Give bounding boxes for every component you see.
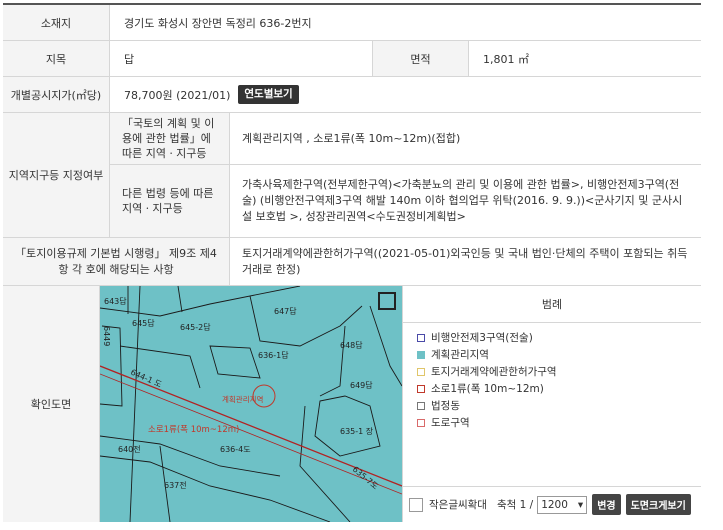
scale-label: 축척 1 / — [496, 499, 534, 511]
zoning-details: 「국토의 계획 및 이용에 관한 법률」에 따른 지역ㆍ지구등 계획관리지역 ,… — [110, 113, 701, 237]
parcel-label: 648답 — [340, 340, 363, 350]
legend-swatch — [417, 333, 425, 342]
address-row: 소재지 경기도 화성시 장안면 독정리 636-2번지 — [3, 5, 701, 41]
road-label: 소로1류(폭 10m~12m) — [148, 425, 239, 435]
zoning-row: 지역지구등 지정여부 「국토의 계획 및 이용에 관한 법률」에 따른 지역ㆍ지… — [3, 113, 701, 238]
parcel-label: 637전 — [164, 480, 187, 490]
legend-list: 비행안전제3구역(전술) 계획관리지역 토지거래계약에관한허가구역 소로1류(폭… — [403, 323, 701, 431]
address-value: 경기도 화성시 장안면 독정리 636-2번지 — [124, 16, 312, 30]
map-controls: 작은글씨확대 축척 1 / 1200 ▾ 변경 도면크게보기 — [402, 486, 701, 522]
landcat-value: 답 — [124, 52, 135, 66]
change-scale-button[interactable]: 변경 — [592, 494, 621, 515]
parcel-boundary — [314, 395, 381, 457]
parcel-boundary — [177, 286, 183, 313]
legend-label: 비행안전제3구역(전술) — [431, 332, 533, 344]
enlarge-text-checkbox[interactable] — [409, 497, 423, 512]
fullscreen-icon[interactable] — [378, 292, 396, 310]
legend-item: 법정동 — [417, 397, 701, 414]
address-label: 소재지 — [3, 5, 110, 40]
cadastral-map[interactable]: 643답 645답 645-2답 647답 644-1 도 636-1답 648… — [100, 286, 402, 522]
zoning-sub-national-value: 계획관리지역 , 소로1류(폭 10m~12m)(접합) — [242, 131, 461, 145]
enlarge-map-button[interactable]: 도면크게보기 — [625, 494, 691, 515]
legend-swatch — [417, 367, 425, 376]
parcel-boundary — [209, 345, 261, 379]
legend-title: 범례 — [403, 296, 701, 323]
parcel-label: 6449 — [102, 326, 111, 346]
scale-select[interactable]: 1200 ▾ — [537, 495, 588, 514]
legend-item: 소로1류(폭 10m~12m) — [417, 380, 701, 397]
legend-item: 비행안전제3구역(전술) — [417, 329, 701, 346]
legend-swatch — [417, 350, 425, 359]
zoning-sub-national-label: 「국토의 계획 및 이용에 관한 법률」에 따른 지역ㆍ지구등 — [110, 113, 230, 164]
zoning-sub-other-value: 가축사육제한구역(전부제한구역)<가축분뇨의 관리 및 이용에 관한 법률>, … — [242, 178, 683, 223]
scale-value: 1200 — [541, 498, 568, 511]
parcel-label: 636-4도 — [220, 445, 251, 454]
legend-label: 법정동 — [431, 400, 460, 412]
parcel-label: 645-2답 — [180, 322, 211, 332]
price-label: 개별공시지가(㎡당) — [3, 77, 110, 112]
landcat-label: 지목 — [3, 41, 110, 76]
zoning-label: 지역지구등 지정여부 — [3, 113, 110, 237]
legend-item: 토지거래계약에관한허가구역 — [417, 363, 701, 380]
enlarge-text-label: 작은글씨확대 — [429, 499, 487, 511]
map-area: 643답 645답 645-2답 647답 644-1 도 636-1답 648… — [100, 286, 701, 522]
parcel-boundary — [100, 435, 281, 477]
legend-item: 계획관리지역 — [417, 346, 701, 363]
parcel-label: 647답 — [274, 306, 297, 316]
area-value: 1,801 ㎡ — [483, 52, 529, 66]
zoning-sub-national: 「국토의 계획 및 이용에 관한 법률」에 따른 지역ㆍ지구등 계획관리지역 ,… — [110, 113, 701, 165]
map-row: 확인도면 643답 645답 645-2답 647답 644-1 도 636-1… — [3, 286, 701, 522]
parcel-label: 645답 — [132, 318, 155, 328]
regulation-value: 토지거래계약에관한허가구역((2021-05-01)외국인등 및 국내 법인·단… — [242, 246, 688, 276]
parcel-boundary — [100, 286, 301, 317]
regulation-label: 「토지이용규제 기본법 시행령」 제9조 제4항 각 호에 해당되는 사항 — [3, 238, 230, 285]
parcel-label: 643답 — [104, 296, 127, 306]
legend-label: 소로1류(폭 10m~12m) — [431, 383, 544, 395]
parcel-label: 640전 — [118, 444, 141, 454]
regulation-row: 「토지이용규제 기본법 시행령」 제9조 제4항 각 호에 해당되는 사항 토지… — [3, 238, 701, 286]
price-row: 개별공시지가(㎡당) 78,700원 (2021/01) 연도별보기 — [3, 77, 701, 113]
price-value: 78,700원 (2021/01) — [124, 88, 231, 102]
parcel-boundary — [319, 325, 346, 397]
legend-swatch — [417, 401, 425, 410]
parcel-label: 636-1답 — [258, 350, 289, 360]
yearly-view-button[interactable]: 연도별보기 — [238, 85, 299, 104]
legend-label: 도로구역 — [431, 417, 470, 429]
map-drawing: 643답 645답 645-2답 647답 644-1 도 636-1답 648… — [100, 286, 402, 522]
parcel-boundary — [299, 405, 351, 522]
legend-swatch — [417, 418, 425, 427]
land-use-info-table: 소재지 경기도 화성시 장안면 독정리 636-2번지 지목 답 면적 1,80… — [3, 3, 701, 526]
parcel-label: 644-1 도 — [129, 368, 163, 390]
area-label: 면적 — [372, 41, 469, 76]
price-cell: 78,700원 (2021/01) 연도별보기 — [110, 77, 299, 112]
parcel-label: 635-1 장 — [340, 426, 374, 436]
zone-label: 계획관리지역 — [222, 394, 263, 404]
chevron-down-icon: ▾ — [577, 498, 584, 511]
parcel-boundary — [249, 295, 363, 347]
parcel-label: 649답 — [350, 380, 373, 390]
zoning-sub-other-label: 다른 법령 등에 따른 지역ㆍ지구등 — [110, 165, 230, 237]
parcel-label: 635-7도 — [351, 465, 380, 492]
legend-label: 토지거래계약에관한허가구역 — [431, 366, 557, 378]
parcel-boundary — [100, 455, 331, 522]
legend-swatch — [417, 384, 425, 393]
map-label: 확인도면 — [3, 286, 100, 522]
zoning-sub-other: 다른 법령 등에 따른 지역ㆍ지구등 가축사육제한구역(전부제한구역)<가축분뇨… — [110, 165, 701, 237]
landcat-row: 지목 답 면적 1,801 ㎡ — [3, 41, 701, 77]
legend-panel: 범례 비행안전제3구역(전술) 계획관리지역 토지거래계약에관한허가구역 소로1… — [402, 286, 701, 486]
parcel-boundary — [369, 305, 402, 387]
legend-item: 도로구역 — [417, 414, 701, 431]
legend-label: 계획관리지역 — [431, 349, 489, 361]
